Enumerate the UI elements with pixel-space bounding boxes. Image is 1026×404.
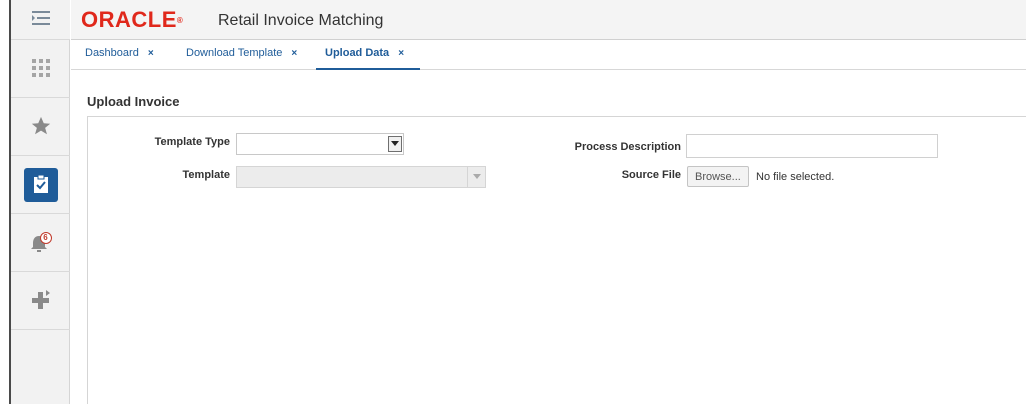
tab-label: Upload Data bbox=[325, 47, 390, 59]
page-title: Upload Invoice bbox=[87, 94, 180, 109]
sidebar-item-create[interactable] bbox=[11, 273, 70, 330]
source-file-label: Source File bbox=[621, 169, 681, 181]
upload-form-panel bbox=[87, 116, 1026, 404]
process-description-label: Process Description bbox=[574, 141, 681, 153]
grid-icon bbox=[31, 58, 51, 81]
bell-icon: 6 bbox=[29, 232, 53, 254]
tab-label: Download Template bbox=[186, 47, 283, 59]
app-header: ORACLE® Retail Invoice Matching bbox=[71, 0, 1026, 40]
sidebar-item-apps[interactable] bbox=[11, 41, 70, 98]
chevron-down-icon[interactable] bbox=[467, 167, 485, 187]
tab-label: Dashboard bbox=[85, 47, 139, 59]
star-icon bbox=[30, 115, 52, 140]
close-icon[interactable]: × bbox=[148, 48, 154, 59]
sidebar-item-tasks[interactable] bbox=[11, 157, 70, 214]
tasks-active-highlight bbox=[23, 168, 58, 202]
notification-badge: 6 bbox=[39, 232, 52, 244]
tab-upload-data[interactable]: Upload Data × bbox=[325, 47, 404, 69]
sidebar-item-notifications[interactable]: 6 bbox=[11, 215, 70, 272]
process-description-input[interactable] bbox=[686, 134, 938, 158]
close-icon[interactable]: × bbox=[398, 48, 404, 59]
template-type-label: Template Type bbox=[154, 136, 230, 148]
chevron-down-icon[interactable] bbox=[388, 136, 402, 152]
sidebar-item-favorites[interactable] bbox=[11, 99, 70, 156]
clipboard-check-icon bbox=[33, 174, 49, 197]
active-tab-indicator bbox=[316, 68, 420, 70]
browse-button[interactable]: Browse... bbox=[687, 166, 749, 187]
file-status-text: No file selected. bbox=[756, 171, 835, 183]
template-select[interactable] bbox=[236, 166, 486, 188]
template-label: Template bbox=[182, 169, 230, 181]
close-icon[interactable]: × bbox=[291, 48, 297, 59]
tab-bar: Dashboard × Download Template × Upload Dat… bbox=[71, 40, 1026, 70]
menu-icon bbox=[31, 10, 51, 29]
tab-dashboard[interactable]: Dashboard × bbox=[85, 47, 154, 69]
sidebar-menu-toggle[interactable] bbox=[11, 0, 70, 40]
oracle-logo: ORACLE® bbox=[81, 7, 184, 32]
plus-icon bbox=[30, 289, 52, 314]
tab-download-template[interactable]: Download Template × bbox=[186, 47, 297, 69]
template-type-select[interactable] bbox=[236, 133, 404, 155]
app-title: Retail Invoice Matching bbox=[218, 12, 384, 29]
sidebar: 6 bbox=[11, 0, 70, 404]
